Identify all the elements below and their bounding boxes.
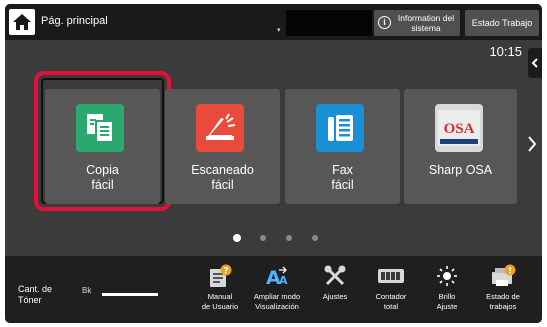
page-dot[interactable] [233,234,241,242]
osa-logo: OSA [444,121,475,137]
tool-label: Ajustes [322,292,348,301]
tile-label: Sharp OSA [404,163,517,178]
side-panel-tab[interactable] [528,48,542,78]
clock: 10:15 [489,44,522,59]
settings-tools-icon [307,264,363,288]
tile-label-text: Fax fácil [331,163,354,192]
toner-level-bar [102,293,158,296]
toner-level-fill [102,293,158,296]
tile-easy-fax[interactable]: Fax fácil [285,89,400,204]
info-icon: i [378,16,391,29]
tile-label-text: Sharp OSA [428,163,493,177]
home-icon [13,14,31,30]
tool-label: Manual de Usuario [201,292,239,311]
user-manual-button[interactable]: ? Manual de Usuario [192,258,248,320]
copy-icon [76,104,124,152]
tile-label-text: Copia fácil [86,163,119,192]
counter-icon [363,264,419,288]
tile-label-text: Escaneado fácil [191,163,254,192]
toner-color-label: Bk [82,286,92,295]
message-area [286,10,372,36]
toner-label: Cant. de Tóner [18,284,53,305]
home-button[interactable] [9,9,35,35]
tool-label: Ampliar modo Visualización [253,292,301,311]
dropdown-caret-icon[interactable]: ▾ [277,27,281,34]
scan-icon [196,104,244,152]
manual-icon: ? [192,264,248,288]
page-indicator [5,233,542,243]
brightness-adjust-button[interactable]: Brillo Ajuste [419,258,475,320]
tool-label: Brillo Ajuste [436,292,458,311]
page-dot[interactable] [260,235,266,241]
tile-easy-copy[interactable]: Copia fácil [45,89,160,204]
tile-label: Fax fácil [285,163,400,193]
bottom-bar: Cant. de Tóner Bk ? Manual de Usuario A … [5,256,542,323]
tile-sharp-osa[interactable]: OSA Sharp OSA [404,89,517,204]
svg-text:!: ! [508,267,512,277]
enlarge-display-button[interactable]: A A Ampliar modo Visualización [249,258,305,320]
svg-text:A: A [279,274,288,287]
touch-panel-screen: Pág. principal ▾ i Information del siste… [5,4,542,323]
page-dot[interactable] [312,235,318,241]
enlarge-display-icon: A A [249,264,305,288]
fax-icon [316,104,364,152]
system-info-button[interactable]: i Information del sistema [374,10,460,36]
total-counter-button[interactable]: Contador total [363,258,419,320]
home-label: Pág. principal [41,15,108,27]
settings-button[interactable]: Ajustes [307,258,363,320]
sharp-osa-icon: OSA [435,104,483,152]
top-bar: Pág. principal ▾ i Information del siste… [5,4,542,40]
tile-label: Escaneado fácil [165,163,280,193]
next-page-button[interactable] [526,134,538,159]
tile-label: Copia fácil [45,163,160,193]
brightness-icon [419,264,475,288]
chevron-left-icon [531,58,538,68]
svg-text:?: ? [223,267,228,277]
tool-label: Contador total [375,292,407,311]
tool-label: Estado de trabajos [486,292,520,311]
system-info-label: Information del sistema [397,13,455,33]
job-status-icon: ! [475,264,531,288]
tile-easy-scan[interactable]: Escaneado fácil [165,89,280,204]
job-status-tool-button[interactable]: ! Estado de trabajos [475,258,531,320]
page-dot[interactable] [286,235,292,241]
chevron-right-icon [528,136,537,152]
job-status-button[interactable]: Estado Trabajo [465,10,539,36]
